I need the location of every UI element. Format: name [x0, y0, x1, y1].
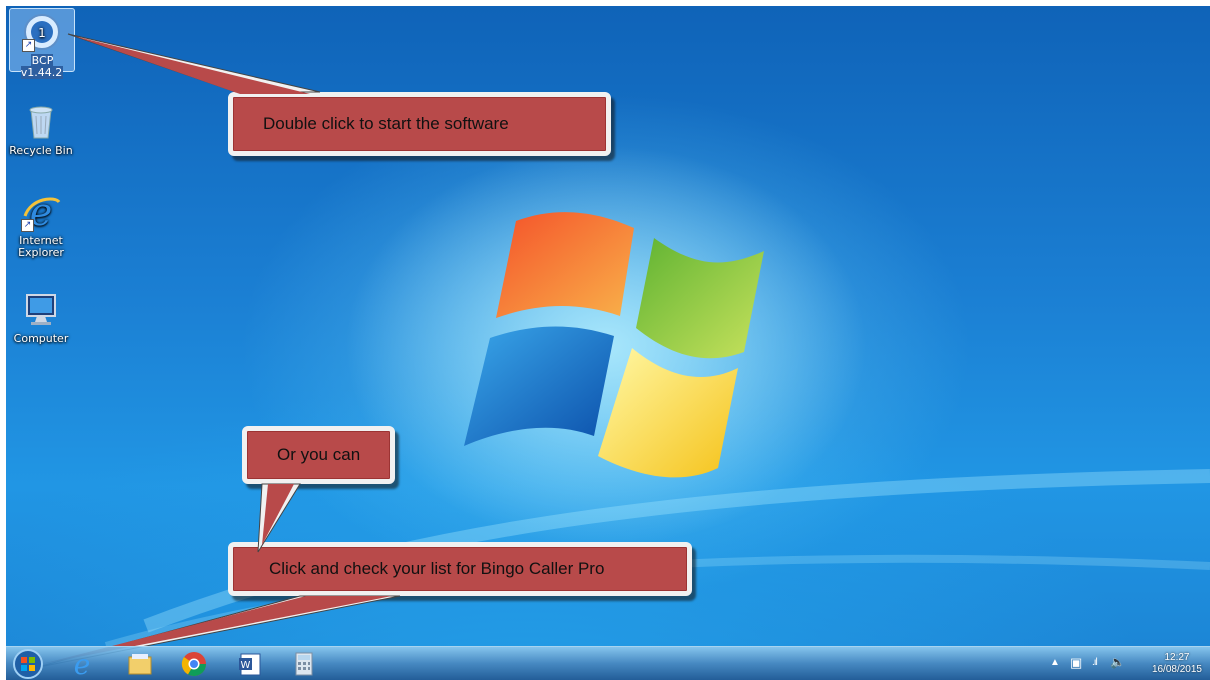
svg-text:W: W — [241, 660, 251, 671]
taskbar-chrome[interactable] — [174, 650, 214, 678]
taskbar-calculator[interactable] — [284, 650, 324, 678]
taskbar: e W ▲ ▣ .ıl 🔈 12:27 16/08/2015 — [6, 646, 1210, 680]
clock-date: 16/08/2015 — [1151, 664, 1202, 675]
bingo-caller-pro-icon: 1 ↗ — [22, 12, 62, 52]
desktop-icon-label: Recycle Bin — [9, 144, 73, 157]
shortcut-arrow-icon: ↗ — [21, 219, 34, 232]
desktop-icon-recycle-bin[interactable]: Recycle Bin — [9, 102, 73, 157]
desktop-icon-computer[interactable]: Computer — [9, 290, 73, 345]
file-explorer-icon — [128, 654, 152, 675]
svg-text:e: e — [74, 650, 91, 678]
recycle-bin-icon — [21, 102, 61, 142]
volume-icon[interactable]: 🔈 — [1110, 655, 1125, 669]
callout-double-click: Double click to start the software — [228, 92, 611, 156]
callout-or-you-can: Or you can — [242, 426, 395, 484]
chrome-icon — [181, 652, 206, 677]
callout-click-check: Click and check your list for Bingo Call… — [228, 542, 692, 596]
callout-text: Click and check your list for Bingo Call… — [269, 559, 605, 578]
desktop-icon-label: Internet Explorer — [18, 234, 64, 259]
desktop-icon-label: Computer — [13, 332, 69, 345]
taskbar-word[interactable]: W — [230, 650, 270, 678]
svg-text:1: 1 — [38, 26, 46, 40]
desktop-icon-bcp[interactable]: 1 ↗ BCP v1.44.2 — [9, 8, 75, 79]
desktop-icon-label: BCP v1.44.2 — [20, 54, 64, 79]
callout-text: Double click to start the software — [263, 114, 509, 133]
clock[interactable]: 12:27 16/08/2015 — [1152, 652, 1202, 676]
computer-icon — [21, 290, 61, 330]
clock-time: 12:27 — [1164, 652, 1190, 663]
start-button[interactable] — [10, 649, 46, 679]
word-icon: W — [239, 653, 261, 676]
signal-icon[interactable]: .ıl — [1092, 657, 1098, 668]
network-icon[interactable]: ▣ — [1070, 655, 1082, 671]
system-tray: ▲ ▣ .ıl 🔈 12:27 16/08/2015 — [1040, 647, 1210, 680]
callout-text: Or you can — [277, 445, 361, 464]
desktop-icon-internet-explorer[interactable]: e ↗ Internet Explorer — [9, 190, 73, 259]
show-hidden-icons-button[interactable]: ▲ — [1050, 657, 1060, 668]
taskbar-file-explorer[interactable] — [120, 650, 160, 678]
calculator-icon — [295, 652, 313, 676]
taskbar-internet-explorer[interactable]: e — [62, 650, 102, 678]
shortcut-arrow-icon: ↗ — [22, 39, 35, 52]
internet-explorer-icon: e ↗ — [21, 190, 61, 234]
internet-explorer-icon: e — [74, 650, 91, 678]
start-orb-icon — [13, 649, 43, 679]
desktop[interactable]: 1 ↗ BCP v1.44.2 Recycle Bin e ↗ Internet… — [6, 6, 1210, 646]
